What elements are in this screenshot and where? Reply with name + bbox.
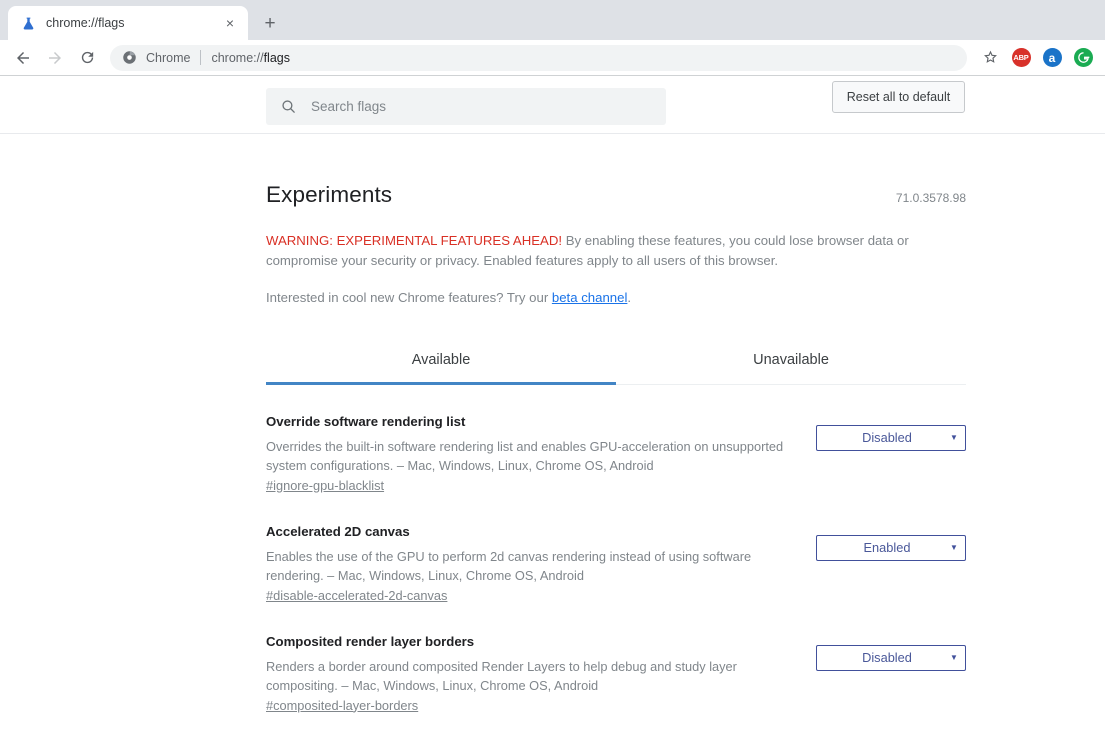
beta-suffix-text: . [627,290,631,305]
close-icon[interactable]: × [220,13,240,33]
flags-column: Experiments 71.0.3578.98 WARNING: EXPERI… [266,134,966,715]
experiments-header-row: Experiments 71.0.3578.98 [266,182,966,208]
flag-permalink[interactable]: #ignore-gpu-blacklist [266,478,384,493]
chrome-logo-icon [122,50,137,65]
grammarly-extension-icon[interactable] [1069,44,1097,72]
flag-info: Override software rendering list Overrid… [266,413,791,495]
flag-description: Renders a border around composited Rende… [266,657,791,695]
beta-prefix-text: Interested in cool new Chrome features? … [266,290,552,305]
chrome-version-label: 71.0.3578.98 [896,191,966,205]
browser-window: chrome://flags × + Chrome [0,0,1105,729]
omnibox-url-scheme: chrome:// [211,51,263,65]
chevron-down-icon: ▼ [943,543,965,552]
reload-icon[interactable] [72,43,102,73]
active-tab-indicator [266,382,616,385]
omnibox-separator [200,50,201,65]
back-arrow-icon[interactable] [8,43,38,73]
search-icon [280,98,297,115]
omnibox-url: chrome://flags [211,51,290,65]
flags-list: Override software rendering list Overrid… [266,385,966,715]
forward-arrow-icon [40,43,70,73]
flag-permalink[interactable]: #composited-layer-borders [266,698,418,713]
tab-title: chrome://flags [46,16,220,30]
flag-state-select[interactable]: Enabled ▼ [816,535,966,561]
beta-channel-line: Interested in cool new Chrome features? … [266,288,966,308]
flag-description: Enables the use of the GPU to perform 2d… [266,547,791,585]
flag-description: Overrides the built-in software renderin… [266,437,791,475]
flag-control: Disabled ▼ [816,633,966,671]
tab-available[interactable]: Available [266,352,616,384]
omnibox-url-host: flags [264,51,290,65]
flag-state-value: Disabled [817,430,943,445]
flag-name: Override software rendering list [266,413,791,431]
flag-name: Accelerated 2D canvas [266,523,791,541]
flags-search-header: Reset all to default [0,76,1105,134]
flag-control: Enabled ▼ [816,523,966,561]
omnibox-chrome-label: Chrome [146,51,190,65]
address-bar[interactable]: Chrome chrome://flags [110,45,967,71]
flag-permalink[interactable]: #disable-accelerated-2d-canvas [266,588,447,603]
flag-row: Composited render layer borders Renders … [266,605,966,715]
flags-page: Reset all to default Experiments 71.0.35… [0,76,1105,729]
alexa-extension-icon[interactable]: a [1038,44,1066,72]
search-input[interactable] [311,99,652,114]
flag-row: Accelerated 2D canvas Enables the use of… [266,495,966,605]
browser-tab-chrome-flags[interactable]: chrome://flags × [8,6,248,40]
beta-channel-link[interactable]: beta channel [552,290,628,305]
flag-info: Composited render layer borders Renders … [266,633,791,715]
flag-info: Accelerated 2D canvas Enables the use of… [266,523,791,605]
tab-strip: chrome://flags × + [0,0,1105,40]
toolbar-icon-group: ABP a [973,44,1097,72]
experimental-warning-text: WARNING: EXPERIMENTAL FEATURES AHEAD! By… [266,231,926,270]
chevron-down-icon: ▼ [943,433,965,442]
page-title: Experiments [266,182,392,208]
new-tab-button[interactable]: + [256,9,284,37]
flag-row: Override software rendering list Overrid… [266,385,966,495]
search-flags-box[interactable] [266,88,666,125]
browser-toolbar: Chrome chrome://flags ABP a [0,40,1105,76]
flags-tab-bar: Available Unavailable [266,352,966,385]
flag-name: Composited render layer borders [266,633,791,651]
flag-state-value: Disabled [817,650,943,665]
chevron-down-icon: ▼ [943,653,965,662]
warning-headline: WARNING: EXPERIMENTAL FEATURES AHEAD! [266,233,562,248]
flask-icon [20,15,36,31]
flag-control: Disabled ▼ [816,413,966,451]
bookmark-star-icon[interactable] [976,44,1004,72]
adblock-plus-extension-icon[interactable]: ABP [1007,44,1035,72]
flag-state-value: Enabled [817,540,943,555]
tab-unavailable[interactable]: Unavailable [616,352,966,384]
flag-state-select[interactable]: Disabled ▼ [816,425,966,451]
flag-state-select[interactable]: Disabled ▼ [816,645,966,671]
reset-all-to-default-button[interactable]: Reset all to default [832,81,965,113]
